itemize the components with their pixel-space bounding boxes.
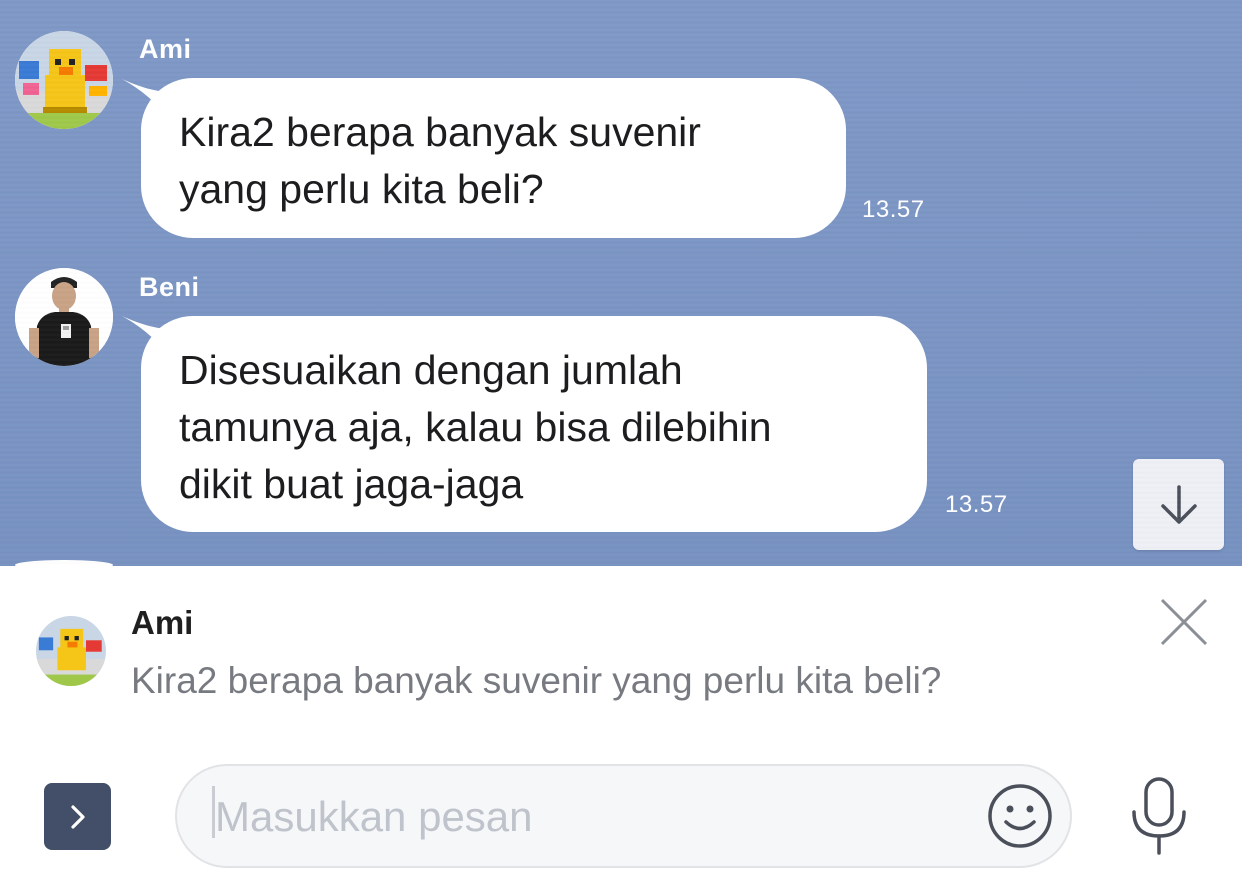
message-bubble[interactable]: Disesuaikan dengan jumlah tamunya aja, k… <box>141 316 927 532</box>
arrow-down-icon <box>1160 484 1197 524</box>
expand-menu-button[interactable] <box>44 783 111 850</box>
text-caret <box>212 786 215 838</box>
message-text-line: tamunya aja, kalau bisa dilebihin <box>179 404 772 450</box>
message-input-field[interactable] <box>175 764 1072 868</box>
reply-quoted-text: Kira2 berapa banyak suvenir yang perlu k… <box>131 660 942 701</box>
message-input-bar <box>0 726 1242 885</box>
chat-message-area[interactable]: Ami Kira2 berapa banyak suvenir yang per… <box>0 0 1242 566</box>
reply-preview[interactable]: Ami Kira2 berapa banyak suvenir yang per… <box>0 566 1242 726</box>
message-bubble[interactable]: Kira2 berapa banyak suvenir yang perlu k… <box>141 78 846 238</box>
close-icon <box>1160 598 1208 646</box>
message-text-line: yang perlu kita beli? <box>179 166 544 212</box>
man-avatar-icon <box>15 268 113 366</box>
duck-avatar-icon <box>36 616 106 686</box>
smiley-icon <box>988 784 1052 848</box>
voice-message-button[interactable] <box>1128 776 1190 856</box>
chevron-right-icon <box>70 804 85 829</box>
avatar-ami[interactable] <box>15 31 113 129</box>
close-reply-button[interactable] <box>1158 596 1210 648</box>
reply-avatar <box>36 616 106 686</box>
message-text-line: Disesuaikan dengan jumlah <box>179 347 683 393</box>
sender-name-beni: Beni <box>139 272 200 302</box>
avatar-beni[interactable] <box>15 268 113 366</box>
message-text-line: dikit buat jaga-jaga <box>179 461 524 507</box>
message-input[interactable] <box>213 780 977 854</box>
sender-name-ami: Ami <box>139 34 192 64</box>
message-timestamp: 13.57 <box>862 196 925 223</box>
scroll-to-bottom-button[interactable] <box>1133 459 1224 550</box>
microphone-icon <box>1132 777 1186 855</box>
message-text-line: Kira2 berapa banyak suvenir <box>179 109 701 155</box>
reply-sender-name: Ami <box>131 604 194 641</box>
emoji-button[interactable] <box>987 783 1053 849</box>
duck-avatar-icon <box>15 31 113 129</box>
message-timestamp: 13.57 <box>945 491 1008 518</box>
chat-screen: Ami Kira2 berapa banyak suvenir yang per… <box>0 0 1242 885</box>
